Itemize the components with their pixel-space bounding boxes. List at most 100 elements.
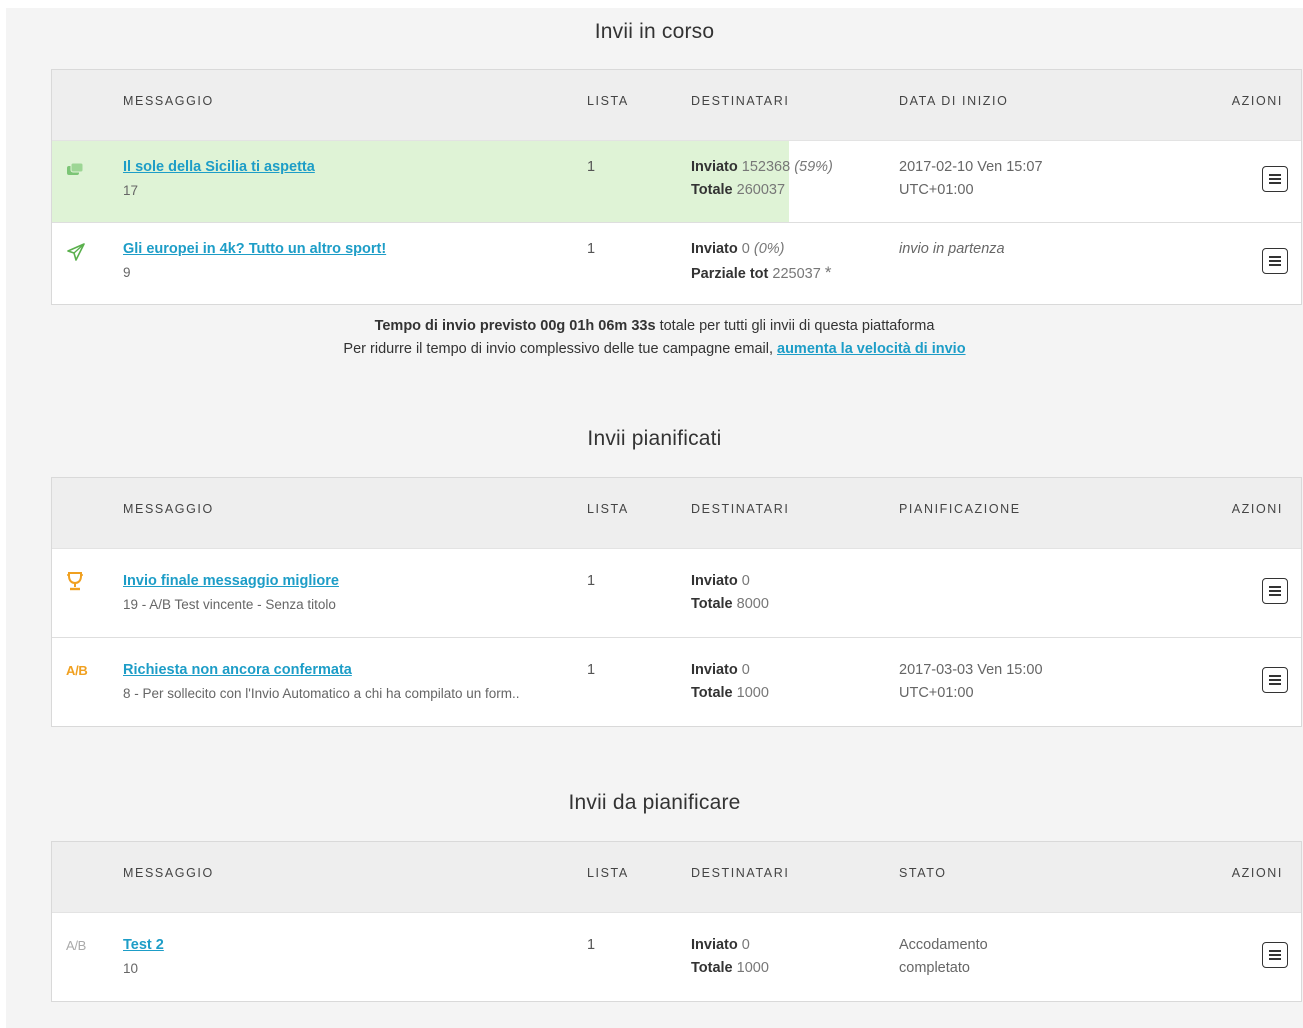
speed-hint: Per ridurre il tempo di invio complessiv… <box>343 341 773 357</box>
message-title-link[interactable]: Richiesta non ancora confermata <box>123 659 520 682</box>
total-label: Totale <box>691 685 733 701</box>
header-message: MESSAGGIO <box>123 866 214 880</box>
total-value: 1000 <box>736 685 769 701</box>
header-actions: AZIONI <box>1231 866 1283 880</box>
header-recipients: DESTINATARI <box>691 502 790 516</box>
sent-value: 0 <box>741 241 750 257</box>
list-count: 1 <box>587 573 596 589</box>
section-title-scheduled: Invii pianificati <box>587 427 722 450</box>
list-count: 1 <box>587 241 596 257</box>
message-title-link[interactable]: Test 2 <box>123 934 164 957</box>
header-actions: AZIONI <box>1231 502 1283 516</box>
actions-menu-button[interactable] <box>1262 942 1288 968</box>
partial-total-value: 225037 <box>772 266 821 282</box>
table-header: MESSAGGIO LISTA DESTINATARI STATO AZIONI <box>52 842 1301 913</box>
start-date: 2017-02-10 Ven 15:07 <box>899 159 1043 175</box>
header-message: MESSAGGIO <box>123 94 214 108</box>
paper-plane-icon <box>66 243 96 269</box>
message-subtitle: 8 - Per sollecito con l'Invio Automatico… <box>123 686 520 701</box>
message-title-link[interactable]: Invio finale messaggio migliore <box>123 570 339 593</box>
actions-menu-button[interactable] <box>1262 166 1288 192</box>
header-list: LISTA <box>587 94 629 108</box>
message-title-link[interactable]: Gli europei in 4k? Tutto un altro sport! <box>123 238 386 261</box>
sent-value: 152368 <box>741 159 791 175</box>
timezone: UTC+01:00 <box>899 685 974 701</box>
table-row: Il sole della Sicilia ti aspetta 17 1 In… <box>52 141 1301 223</box>
table-scheduled: MESSAGGIO LISTA DESTINATARI PIANIFICAZIO… <box>51 477 1302 727</box>
message-title-link[interactable]: Il sole della Sicilia ti aspetta <box>123 156 315 179</box>
status-cell: Accodamento completato <box>899 934 988 980</box>
total-label: Totale <box>691 596 733 612</box>
message-id: 17 <box>123 183 139 198</box>
ab-test-icon: A/B <box>66 938 87 953</box>
table-header: MESSAGGIO LISTA DESTINATARI PIANIFICAZIO… <box>52 478 1301 549</box>
actions-menu-button[interactable] <box>1262 667 1288 693</box>
asterisk-mark: * <box>824 263 832 282</box>
total-label: Totale <box>691 960 733 976</box>
list-count: 1 <box>587 937 596 953</box>
message-subtitle: 19 - A/B Test vincente - Senza titolo <box>123 597 336 612</box>
page: Invii in corso MESSAGGIO LISTA DESTINATA… <box>6 8 1303 1028</box>
header-actions: AZIONI <box>1231 94 1283 108</box>
sent-label: Inviato <box>691 159 738 175</box>
sent-label: Inviato <box>691 937 738 953</box>
message-cell: Test 2 10 <box>123 934 164 980</box>
menu-icon <box>1269 950 1281 960</box>
total-value: 1000 <box>736 960 769 976</box>
schedule-date: 2017-03-03 Ven 15:00 <box>899 662 1043 678</box>
increase-speed-link[interactable]: aumenta la velocità di invio <box>777 341 966 357</box>
header-start-date: DATA DI INIZIO <box>899 94 1009 108</box>
sent-label: Inviato <box>691 662 738 678</box>
status-line-1: Accodamento <box>899 937 988 953</box>
partial-total-label: Parziale tot <box>691 266 769 282</box>
message-cell: Invio finale messaggio migliore 19 - A/B… <box>123 570 339 616</box>
sent-value: 0 <box>741 937 750 953</box>
section-title-in-progress: Invii in corso <box>594 20 715 43</box>
message-id: 10 <box>123 961 139 976</box>
header-recipients: DESTINATARI <box>691 94 790 108</box>
table-to-schedule: MESSAGGIO LISTA DESTINATARI STATO AZIONI… <box>51 841 1302 1002</box>
menu-icon <box>1269 586 1281 596</box>
table-row: Gli europei in 4k? Tutto un altro sport!… <box>52 223 1301 304</box>
estimated-time-desc: totale per tutti gli invii di questa pia… <box>659 318 935 334</box>
message-cell: Gli europei in 4k? Tutto un altro sport!… <box>123 238 386 284</box>
send-time-note: Tempo di invio previsto 00g 01h 06m 33s … <box>6 315 1303 361</box>
sent-percent: (0%) <box>753 241 785 257</box>
timezone: UTC+01:00 <box>899 182 974 198</box>
stack-icon <box>66 161 96 185</box>
table-row: A/B Test 2 10 1 Inviato 0 Totale 1000 Ac… <box>52 913 1301 1001</box>
sent-label: Inviato <box>691 573 738 589</box>
list-count: 1 <box>587 159 596 175</box>
actions-menu-button[interactable] <box>1262 248 1288 274</box>
table-row: Invio finale messaggio migliore 19 - A/B… <box>52 549 1301 638</box>
message-cell: Richiesta non ancora confermata 8 - Per … <box>123 659 520 705</box>
menu-icon <box>1269 174 1281 184</box>
sent-value: 0 <box>741 573 750 589</box>
total-value: 8000 <box>736 596 769 612</box>
section-title-to-schedule: Invii da pianificare <box>568 791 741 814</box>
table-in-progress: MESSAGGIO LISTA DESTINATARI DATA DI INIZ… <box>51 69 1302 305</box>
estimated-time: Tempo di invio previsto 00g 01h 06m 33s <box>374 318 656 334</box>
header-list: LISTA <box>587 866 629 880</box>
message-id: 9 <box>123 265 131 280</box>
header-list: LISTA <box>587 502 629 516</box>
sent-label: Inviato <box>691 241 738 257</box>
total-label: Totale <box>691 182 733 198</box>
recipients-cell: Inviato 0 Totale 8000 <box>691 570 769 616</box>
trophy-icon <box>66 571 96 599</box>
start-date-cell: 2017-02-10 Ven 15:07 UTC+01:00 <box>899 156 1043 202</box>
menu-icon <box>1269 256 1281 266</box>
table-header: MESSAGGIO LISTA DESTINATARI DATA DI INIZ… <box>52 70 1301 141</box>
recipients-cell: Inviato 0 Totale 1000 <box>691 659 769 705</box>
schedule-cell: 2017-03-03 Ven 15:00 UTC+01:00 <box>899 659 1043 705</box>
sent-percent: (59%) <box>794 159 833 175</box>
message-cell: Il sole della Sicilia ti aspetta 17 <box>123 156 315 202</box>
menu-icon <box>1269 675 1281 685</box>
recipients-cell: Inviato 152368 (59%) Totale 260037 <box>691 156 833 202</box>
recipients-cell: Inviato 0 (0%) Parziale tot 225037 * <box>691 238 831 286</box>
header-message: MESSAGGIO <box>123 502 214 516</box>
actions-menu-button[interactable] <box>1262 578 1288 604</box>
sent-value: 0 <box>741 662 750 678</box>
header-recipients: DESTINATARI <box>691 866 790 880</box>
table-row: A/B Richiesta non ancora confermata 8 - … <box>52 638 1301 726</box>
